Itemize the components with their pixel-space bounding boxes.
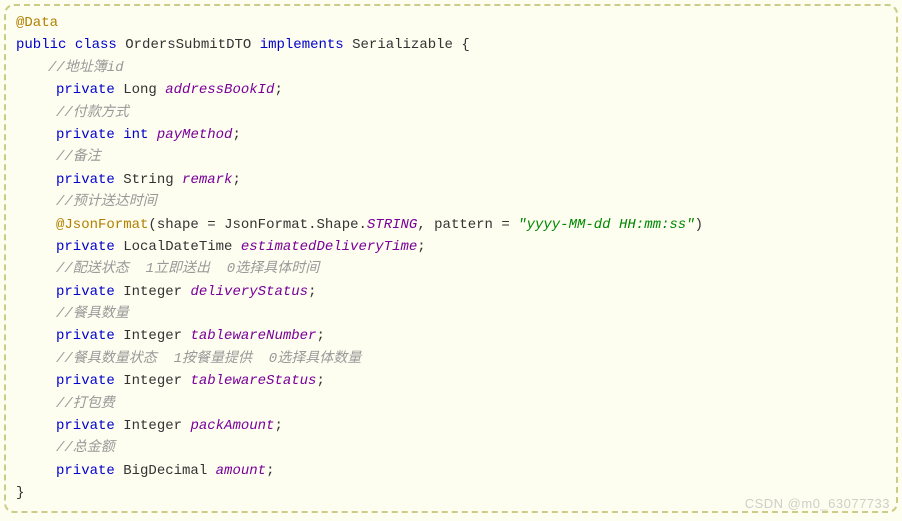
field-remark: private String remark; [16,169,886,191]
keyword-class: class [75,37,117,53]
field-deliverystatus: private Integer deliveryStatus; [16,281,886,303]
code-block: @Data public class OrdersSubmitDTO imple… [4,4,898,513]
field-tablewarenumber: private Integer tablewareNumber; [16,325,886,347]
annotation-jsonformat-line: @JsonFormat(shape = JsonFormat.Shape.STR… [16,214,886,236]
field-packamount: private Integer packAmount; [16,415,886,437]
interface-name: Serializable [352,37,453,53]
comment-remark: //备注 [16,146,886,168]
field-estimateddeliverytime: private LocalDateTime estimatedDeliveryT… [16,236,886,258]
class-declaration-line: public class OrdersSubmitDTO implements … [16,34,886,56]
annotation-data: @Data [16,15,58,31]
comment-paymethod: //付款方式 [16,102,886,124]
annotation-jsonformat: @JsonFormat [56,217,148,233]
field-paymethod: private int payMethod; [16,124,886,146]
class-name: OrdersSubmitDTO [125,37,251,53]
comment-deliverystatus: //配送状态 1立即送出 0选择具体时间 [16,258,886,280]
close-brace-line: } [16,482,886,504]
annotation-data-line: @Data [16,12,886,34]
comment-estimateddeliverytime: //预计送达时间 [16,191,886,213]
comment-packamount: //打包费 [16,393,886,415]
field-amount: private BigDecimal amount; [16,460,886,482]
comment-tablewarestatus: //餐具数量状态 1按餐量提供 0选择具体数量 [16,348,886,370]
field-addressbookid: private Long addressBookId; [16,79,886,101]
keyword-implements: implements [260,37,344,53]
keyword-public: public [16,37,66,53]
open-brace: { [461,37,469,53]
comment-addressbookid: //地址簿id [16,57,886,79]
comment-amount: //总金额 [16,437,886,459]
comment-tablewarenumber: //餐具数量 [16,303,886,325]
field-tablewarestatus: private Integer tablewareStatus; [16,370,886,392]
